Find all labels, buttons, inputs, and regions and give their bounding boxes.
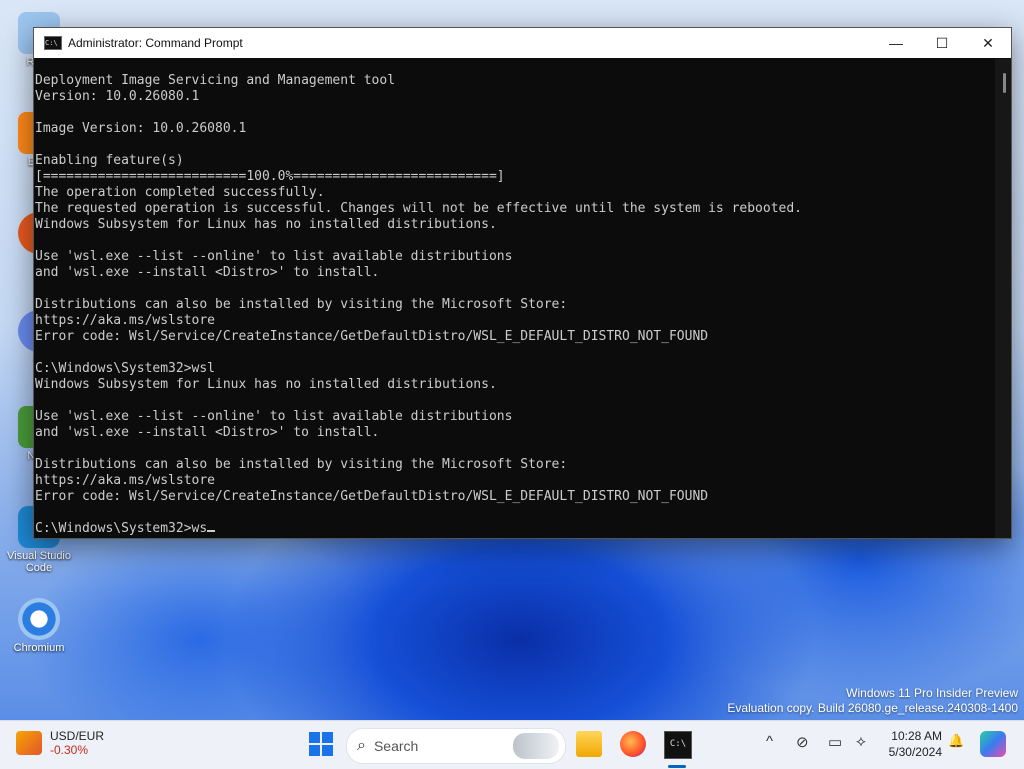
widgets-button[interactable]: USD/EUR -0.30% <box>16 729 104 757</box>
console-line: Use 'wsl.exe --list --online' to list av… <box>35 249 513 264</box>
console-line: Error code: Wsl/Service/CreateInstance/G… <box>35 489 709 504</box>
maximize-button[interactable]: ☐ <box>919 28 965 58</box>
vertical-scrollbar[interactable] <box>995 59 1011 538</box>
console-line: and 'wsl.exe --install <Distro>' to inst… <box>35 425 380 440</box>
close-button[interactable]: ✕ <box>965 28 1011 58</box>
console-line: Windows Subsystem for Linux has no insta… <box>35 377 497 392</box>
console-line: Use 'wsl.exe --list --online' to list av… <box>35 409 513 424</box>
console-line: The requested operation is successful. C… <box>35 201 803 216</box>
console-line: Error code: Wsl/Service/CreateInstance/G… <box>35 329 709 344</box>
widget-title: USD/EUR <box>50 729 105 743</box>
console-output[interactable]: Deployment Image Servicing and Managemen… <box>34 59 995 538</box>
console-line: Windows Subsystem for Linux has no insta… <box>35 217 497 232</box>
console-line: Distributions can also be installed by v… <box>35 457 568 472</box>
console-line: https://aka.ms/wslstore <box>35 313 216 328</box>
console-line: The operation completed successfully. <box>35 185 325 200</box>
search-highlight-image <box>513 733 559 759</box>
chromium-icon <box>18 598 60 640</box>
network-icon[interactable]: ⊘ <box>796 733 809 751</box>
command-prompt-icon: C:\ <box>44 36 62 50</box>
console-line: Version: 10.0.26080.1 <box>35 89 200 104</box>
search-placeholder: Search <box>373 738 419 754</box>
show-hidden-icons-chevron-icon[interactable]: ^ <box>766 733 773 750</box>
command-prompt-taskbar-icon[interactable]: C:\ <box>664 731 692 759</box>
watermark-line2: Evaluation copy. Build 26080.ge_release.… <box>727 701 1018 715</box>
widget-value: -0.30% <box>50 743 89 757</box>
console-line: Enabling feature(s) <box>35 153 184 168</box>
search-icon: ⌕ <box>357 737 366 754</box>
watermark-line1: Windows 11 Pro Insider Preview <box>846 686 1018 700</box>
notification-bell-icon[interactable]: 🔔 <box>948 733 964 749</box>
firefox-icon[interactable] <box>620 731 646 757</box>
command-prompt-window[interactable]: C:\ Administrator: Command Prompt — ☐ ✕ … <box>33 27 1012 539</box>
console-line: [==========================100.0%=======… <box>35 169 505 184</box>
console-line: https://aka.ms/wslstore <box>35 473 216 488</box>
scrollbar-thumb[interactable] <box>1003 73 1006 93</box>
time: 10:28 AM <box>891 729 942 743</box>
desktop-icon-label: Visual Studio Code <box>6 550 71 574</box>
text-cursor <box>207 530 216 532</box>
file-explorer-icon[interactable] <box>576 731 602 757</box>
console-line: Image Version: 10.0.26080.1 <box>35 121 247 136</box>
console-line: and 'wsl.exe --install <Distro>' to inst… <box>35 265 380 280</box>
date: 5/30/2024 <box>888 745 942 759</box>
volume-icon[interactable]: ⟡ <box>856 733 866 750</box>
taskbar: USD/EUR -0.30% ⌕ Search C:\ ^ ⊘ ▭ ⟡ 10:2… <box>0 720 1024 769</box>
start-button[interactable] <box>308 731 334 757</box>
chart-icon <box>16 731 42 755</box>
console-line: C:\Windows\System32>wsl <box>35 361 216 376</box>
console-line: Deployment Image Servicing and Managemen… <box>35 73 396 88</box>
title-bar[interactable]: C:\ Administrator: Command Prompt — ☐ ✕ <box>34 28 1011 58</box>
minimize-button[interactable]: — <box>873 28 919 58</box>
display-icon[interactable]: ▭ <box>828 733 842 751</box>
copilot-icon[interactable] <box>980 731 1006 757</box>
search-box[interactable]: ⌕ Search <box>346 728 566 764</box>
prompt-text: C:\Windows\System32>ws <box>35 521 208 536</box>
desktop-icon-label: Chromium <box>13 642 65 654</box>
console-prompt-line[interactable]: C:\Windows\System32>ws <box>35 521 995 537</box>
desktop-icon-chromium[interactable]: Chromium <box>4 598 74 654</box>
window-title: Administrator: Command Prompt <box>68 36 243 50</box>
clock[interactable]: 10:28 AM 5/30/2024 <box>884 728 942 760</box>
console-line: Distributions can also be installed by v… <box>35 297 568 312</box>
